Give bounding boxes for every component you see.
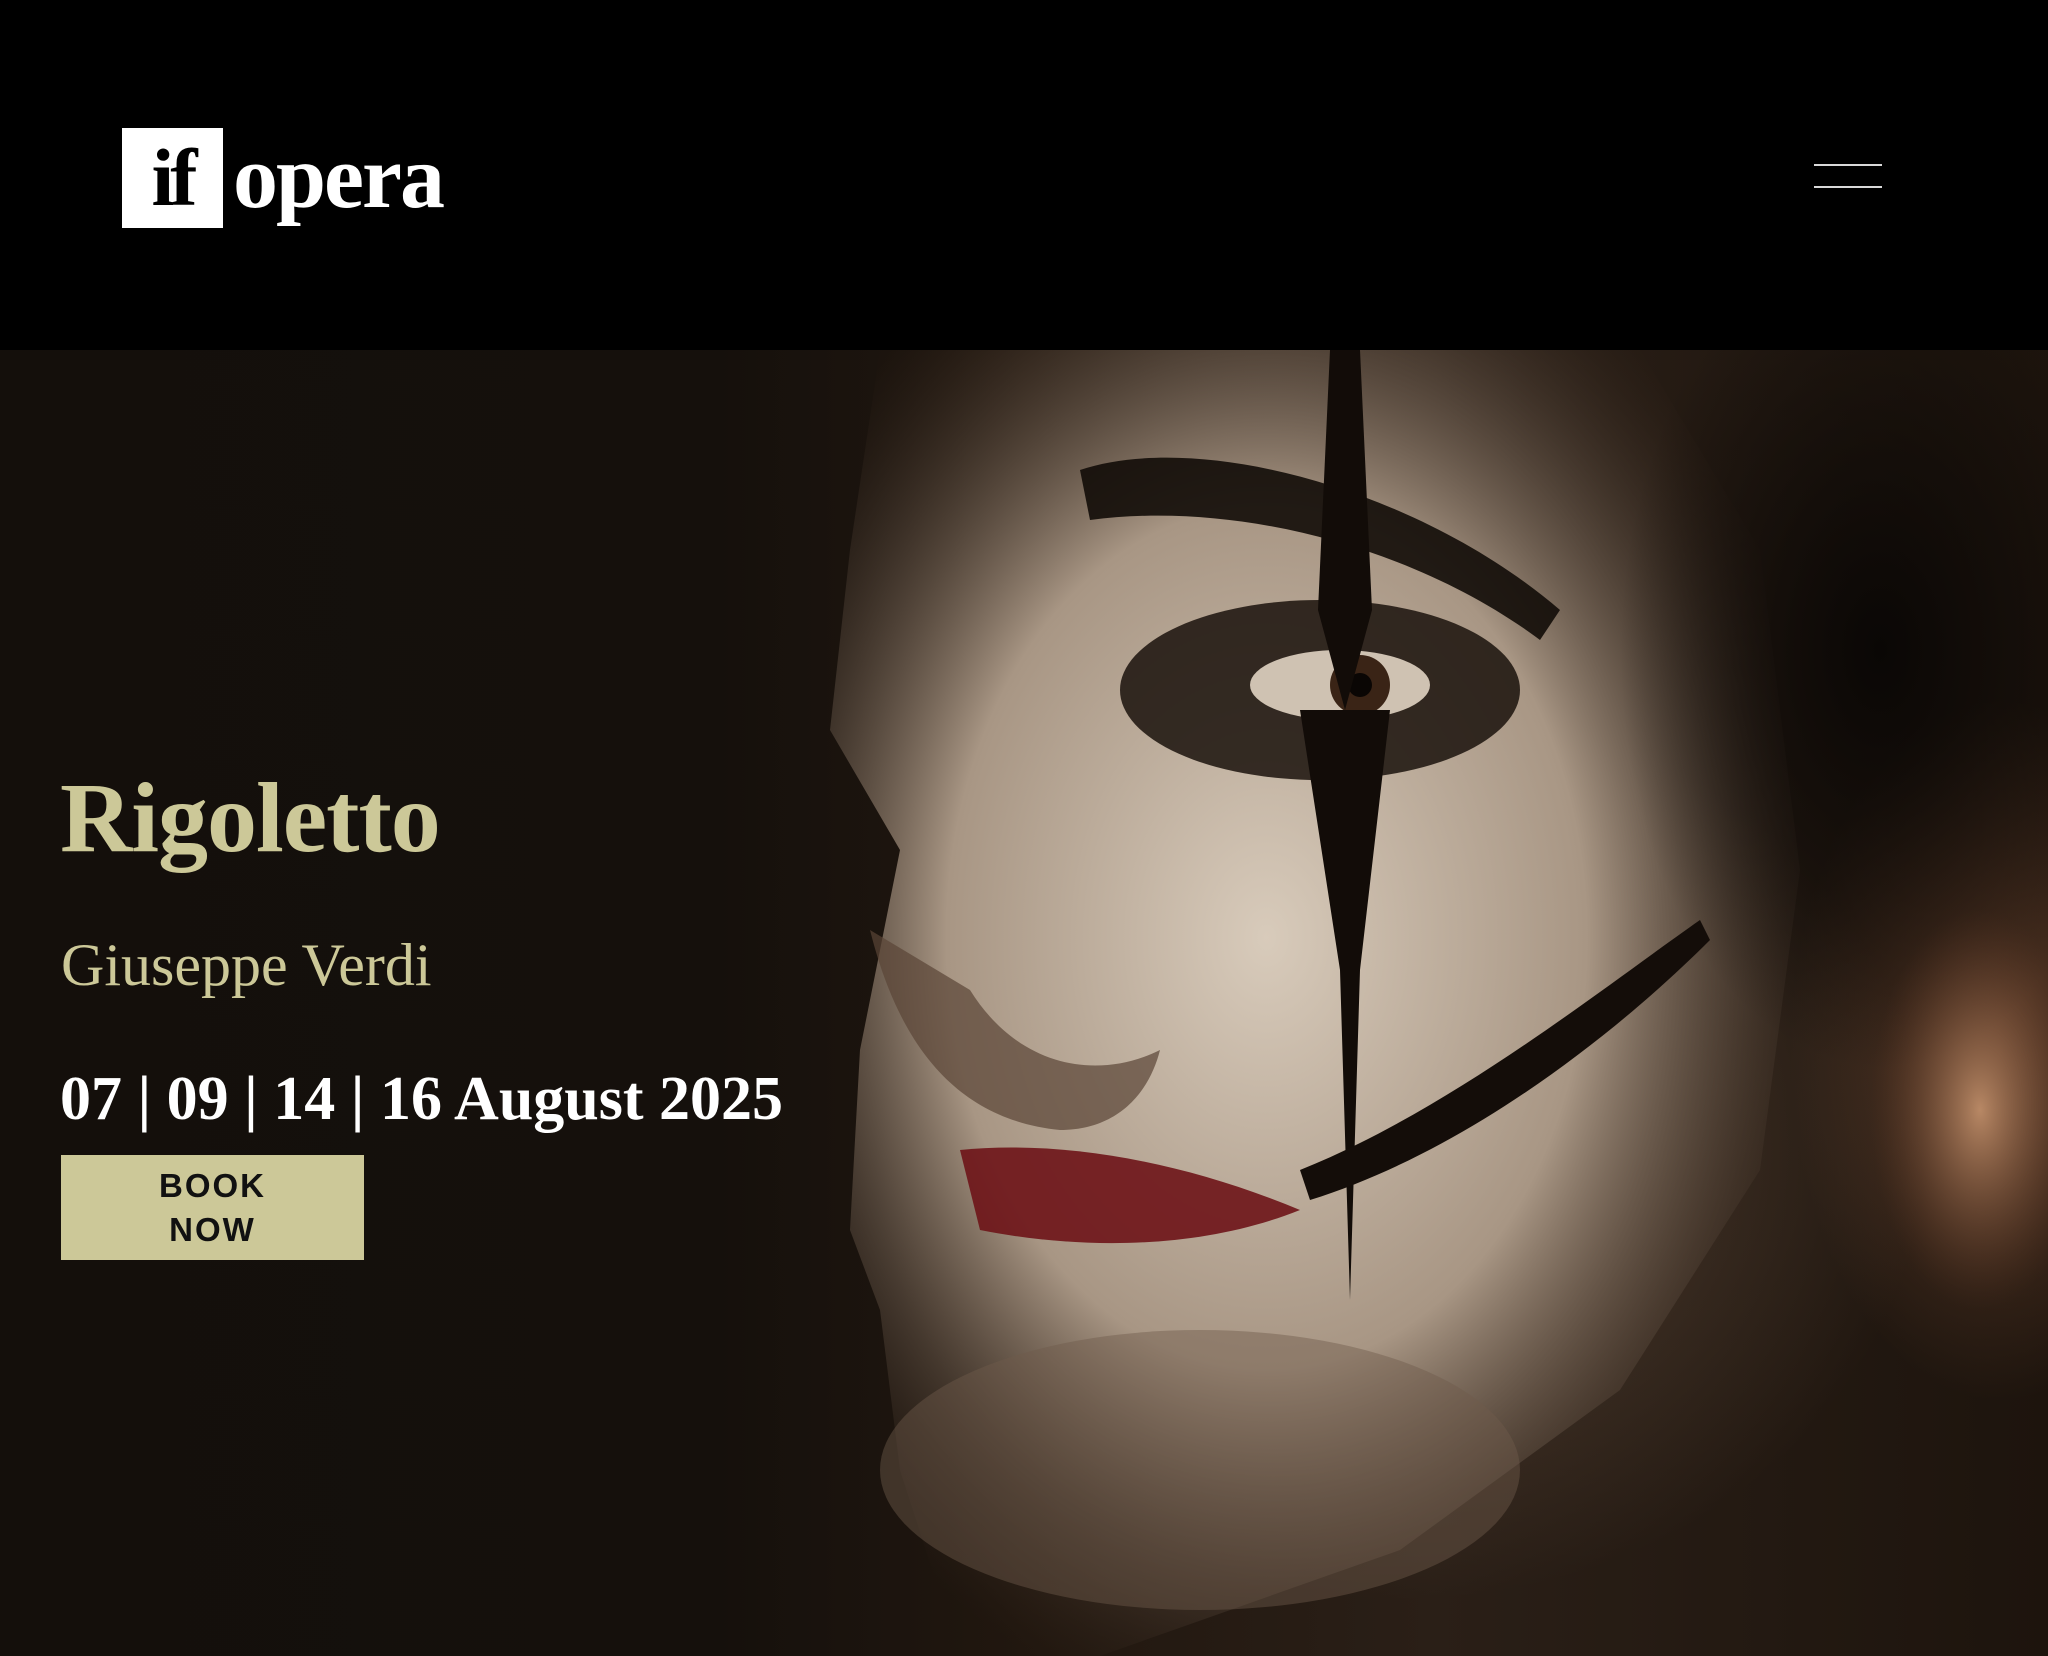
hamburger-menu-icon[interactable] [1810, 156, 1886, 196]
performance-dates: 07 | 09 | 14 | 16 August 2025 [60, 1065, 784, 1133]
site-header: if opera [0, 0, 2048, 350]
logo-mark: if [122, 128, 223, 228]
menu-line-bottom [1814, 186, 1882, 188]
composer-name: Giuseppe Verdi [61, 932, 432, 998]
logo-wordmark: opera [233, 128, 445, 227]
book-now-label: BOOK NOW [159, 1166, 266, 1248]
hero-banner: Rigoletto Giuseppe Verdi 07 | 09 | 14 | … [0, 350, 2048, 1656]
menu-line-top [1814, 164, 1882, 166]
event-title: Rigoletto [60, 762, 441, 873]
clown-portrait-image [830, 350, 2048, 1656]
if-opera-logo[interactable]: if opera [122, 128, 445, 228]
book-now-button[interactable]: BOOK NOW [61, 1155, 364, 1260]
